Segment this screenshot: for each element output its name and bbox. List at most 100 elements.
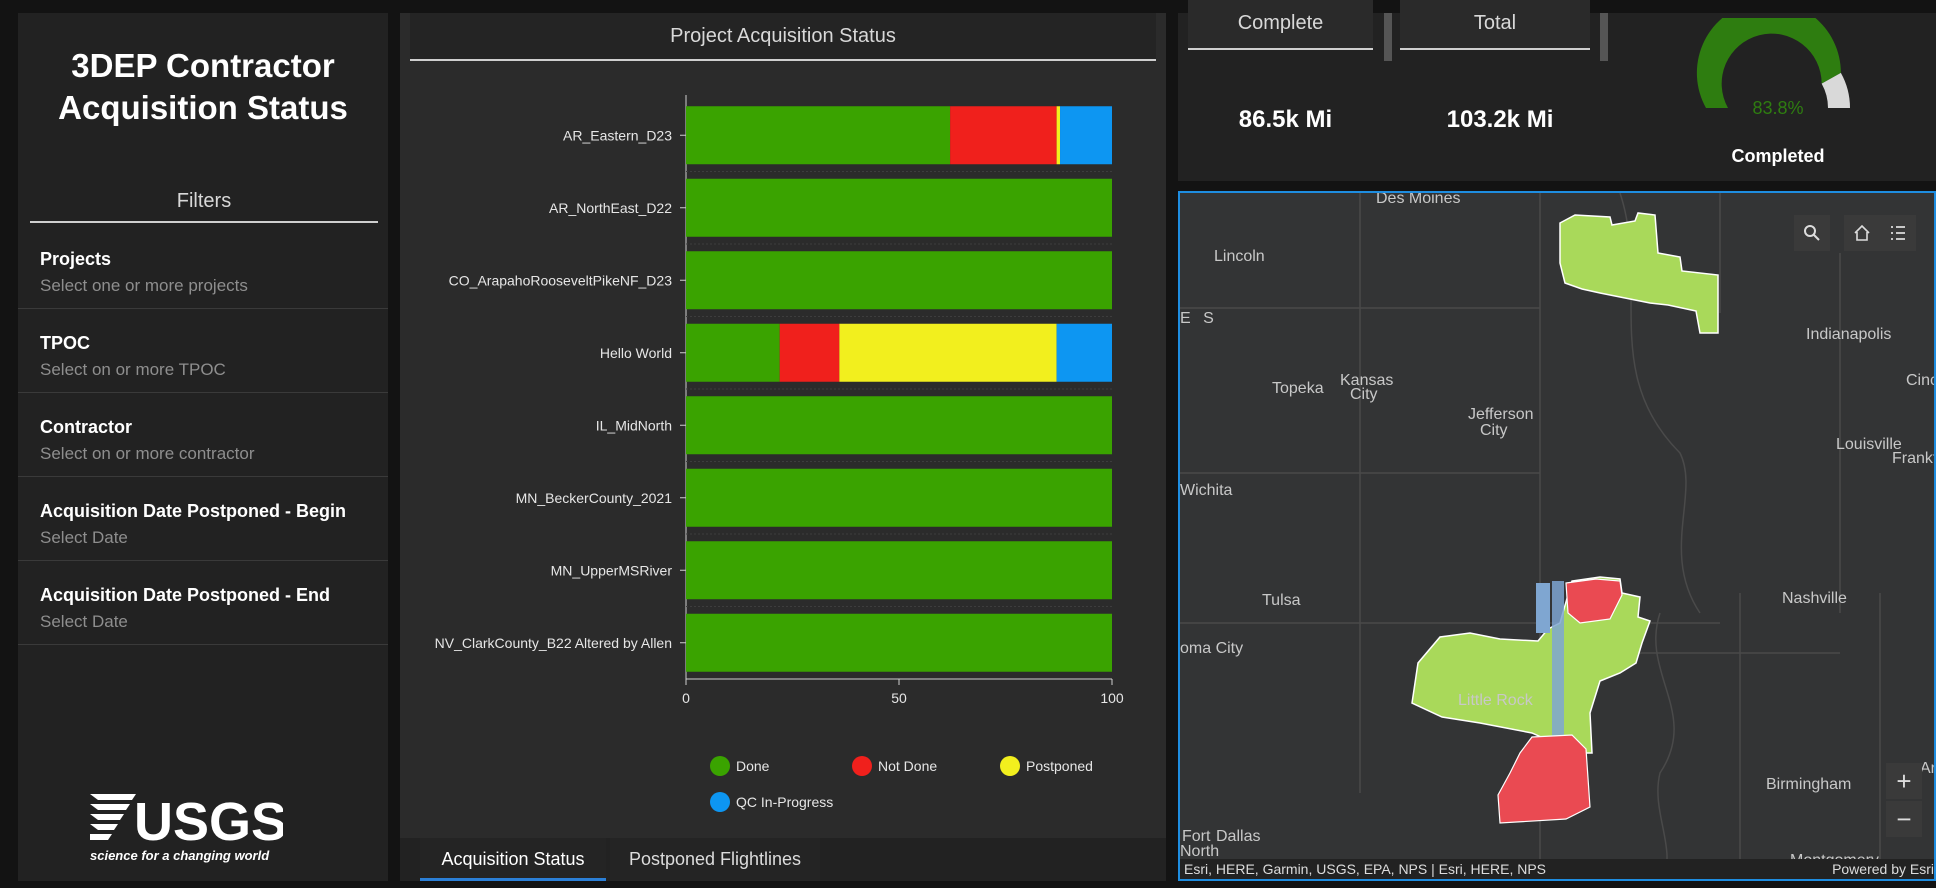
divider: [1600, 13, 1608, 61]
bar-segment: [686, 613, 1112, 672]
title-line-2: Acquisition Status: [58, 89, 348, 126]
filter-placeholder: Select on or more TPOC: [40, 360, 226, 379]
x-tick-label: 100: [1100, 690, 1124, 706]
map-label: Dallas: [1216, 828, 1261, 845]
filter-postponed-end[interactable]: Acquisition Date Postponed - End Select …: [18, 561, 388, 645]
y-tick-label: Hello World: [600, 345, 672, 361]
bar-segment: [1056, 106, 1061, 165]
map-label: North: [1180, 843, 1220, 860]
bar-segment: [839, 323, 1057, 382]
map-label: Wichita: [1180, 482, 1233, 499]
gauge-label: Completed: [1731, 146, 1825, 166]
filter-placeholder: Select Date: [40, 528, 128, 547]
map-label: Tulsa: [1262, 592, 1301, 609]
dashboard: 3DEP Contractor Acquisition Status Filte…: [0, 0, 1936, 888]
x-tick-label: 50: [891, 690, 907, 706]
filter-tpoc[interactable]: TPOC Select on or more TPOC: [18, 309, 388, 393]
filter-postponed-begin[interactable]: Acquisition Date Postponed - Begin Selec…: [18, 477, 388, 561]
filter-projects[interactable]: Projects Select one or more projects: [18, 225, 388, 309]
y-tick-label: NV_ClarkCounty_B22 Altered by Allen: [435, 635, 672, 651]
complete-value: 86.5k Mi: [1238, 106, 1333, 133]
chart-title: Project Acquisition Status: [410, 13, 1156, 61]
y-tick-label: AR_NorthEast_D22: [549, 200, 672, 216]
dashboard-title: 3DEP Contractor Acquisition Status: [18, 45, 388, 129]
legend-label: Postponed: [1026, 758, 1093, 774]
map-search-button[interactable]: [1794, 215, 1830, 251]
stacked-bar-chart: AR_Eastern_D23 AR_NorthEast_D22 CO_Arapaho…: [435, 95, 1124, 812]
map-label: Birmingham: [1766, 776, 1852, 793]
filter-label: Acquisition Date Postponed - Begin: [40, 501, 347, 521]
map-label: Little Rock: [1458, 692, 1533, 709]
legend-label: Done: [736, 758, 770, 774]
powered-by-esri[interactable]: Powered by Esri: [1832, 861, 1934, 877]
home-icon: [1854, 224, 1870, 241]
legend-label: QC In-Progress: [736, 794, 833, 810]
x-tick-label: 0: [682, 690, 690, 706]
search-icon: [1804, 225, 1820, 241]
complete-header: Complete: [1188, 0, 1373, 50]
y-tick-label: MN_BeckerCounty_2021: [516, 490, 673, 506]
legend-swatch: [852, 756, 872, 776]
bar-segment: [686, 106, 951, 165]
divider: [1384, 13, 1392, 61]
bar-segment: [686, 541, 1112, 600]
filter-placeholder: Select on or more contractor: [40, 444, 255, 463]
bar-segment: [1056, 323, 1112, 382]
zoom-out-button[interactable]: −: [1886, 801, 1922, 837]
tab-acquisition-status[interactable]: Acquisition Status: [420, 838, 606, 881]
legend-swatch: [710, 756, 730, 776]
map-label: Indianapolis: [1806, 326, 1892, 343]
filter-placeholder: Select one or more projects: [40, 276, 248, 295]
map-label: Jefferson: [1468, 406, 1534, 423]
map-attribution: Esri, HERE, Garmin, USGS, EPA, NPS | Esr…: [1180, 859, 1934, 879]
usgs-logo-text: USGS: [134, 792, 283, 852]
filter-label: Contractor: [40, 417, 133, 437]
bar-segment: [779, 323, 840, 382]
map-label: Frankf: [1892, 450, 1936, 467]
bar-segment: [1060, 106, 1112, 165]
total-header: Total: [1400, 0, 1590, 50]
filter-label: Projects: [40, 249, 112, 269]
bar-segment: [686, 323, 780, 382]
bar-segment: [686, 178, 1112, 237]
filter-contractor[interactable]: Contractor Select on or more contractor: [18, 393, 388, 477]
gauge-filled-arc: [1696, 18, 1841, 108]
attribution-text: Esri, HERE, Garmin, USGS, EPA, NPS | Esr…: [1184, 861, 1547, 877]
tab-postponed-flightlines[interactable]: Postponed Flightlines: [610, 838, 820, 881]
filter-label: Acquisition Date Postponed - End: [40, 585, 331, 605]
y-tick-label: MN_UpperMSRiver: [551, 562, 673, 578]
filters-heading: Filters: [30, 178, 378, 223]
usgs-tagline: science for a changing world: [90, 848, 270, 863]
map-label: Des Moines: [1376, 191, 1461, 207]
bar-segment: [686, 396, 1112, 455]
map-home-button[interactable]: [1844, 215, 1880, 251]
map-label: Lincoln: [1214, 248, 1265, 265]
map-view[interactable]: Des Moines Lincoln E S Topeka Kansas Cit…: [1178, 191, 1936, 881]
y-tick-label: IL_MidNorth: [596, 417, 672, 433]
filter-panel: 3DEP Contractor Acquisition Status Filte…: [18, 13, 388, 881]
filter-label: TPOC: [40, 333, 91, 353]
map-legend-button[interactable]: [1880, 215, 1916, 251]
y-tick-label: CO_ArapahoRooseveltPikeNF_D23: [449, 272, 673, 288]
map-label: Topeka: [1272, 380, 1324, 397]
legend-label: Not Done: [878, 758, 937, 774]
chart-panel: Project Acquisition Status AR_Eastern_D2…: [400, 13, 1166, 838]
chart-tabs: Acquisition Status Postponed Flightlines: [400, 838, 1166, 881]
gauge-value: 83.8%: [1752, 98, 1804, 118]
map-label: E S: [1180, 310, 1218, 327]
map-label: City: [1350, 386, 1378, 403]
legend-swatch: [1000, 756, 1020, 776]
y-tick-label: AR_Eastern_D23: [563, 127, 672, 143]
map-label: Cinc: [1906, 372, 1936, 389]
map-label: Ar: [1920, 760, 1936, 777]
map-label: oma City: [1180, 640, 1244, 657]
title-line-1: 3DEP Contractor: [71, 47, 335, 84]
list-icon: [1891, 226, 1905, 240]
filter-placeholder: Select Date: [40, 612, 128, 631]
bar-segment: [686, 468, 1112, 527]
legend-swatch: [710, 792, 730, 812]
bar-segment: [686, 251, 1112, 310]
map-label: Nashville: [1782, 590, 1847, 607]
zoom-in-button[interactable]: +: [1886, 763, 1922, 799]
bar-segment: [950, 106, 1057, 165]
